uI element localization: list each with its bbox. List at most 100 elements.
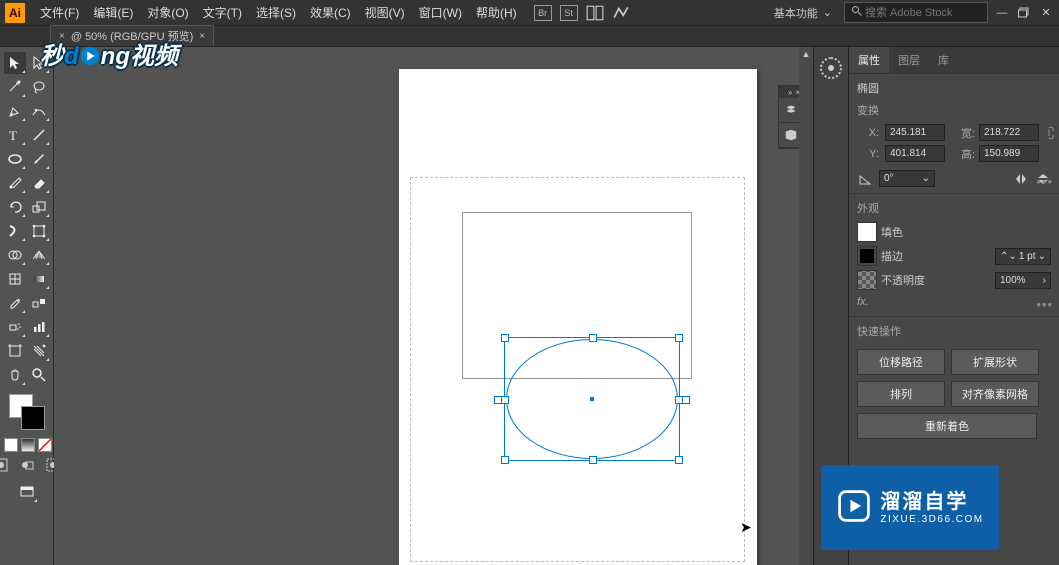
- stroke-swatch[interactable]: [857, 246, 877, 266]
- opacity-swatch[interactable]: [857, 270, 877, 290]
- more-options-icon[interactable]: •••: [1036, 174, 1053, 189]
- opacity-input[interactable]: 100%›: [995, 272, 1051, 289]
- pie-handle-left[interactable]: [494, 396, 502, 404]
- tab-close-icon-right[interactable]: ×: [199, 31, 205, 42]
- menu-view[interactable]: 视图(V): [358, 4, 412, 21]
- stroke-width-input[interactable]: ⌃⌄1 pt⌄: [995, 248, 1051, 265]
- window-close-icon[interactable]: ✕: [1038, 5, 1054, 21]
- y-input[interactable]: 401.814: [885, 145, 945, 162]
- symbol-sprayer-tool[interactable]: [4, 316, 26, 338]
- document-tab[interactable]: × @ 50% (RGB/GPU 预览) ×: [50, 25, 214, 46]
- perspective-grid-tool[interactable]: [28, 244, 50, 266]
- handle-bm[interactable]: [589, 456, 597, 464]
- menu-help[interactable]: 帮助(H): [469, 4, 524, 21]
- window-restore-icon[interactable]: [1016, 5, 1032, 21]
- arrange-docs-icon[interactable]: [586, 4, 604, 22]
- zoom-tool[interactable]: [28, 364, 50, 386]
- x-input[interactable]: 245.181: [885, 124, 945, 141]
- fill-stroke-swatches[interactable]: [15, 394, 39, 442]
- menu-type[interactable]: 文字(T): [196, 4, 249, 21]
- shape-builder-tool[interactable]: [4, 244, 26, 266]
- handle-ml[interactable]: [501, 396, 509, 404]
- pen-tool[interactable]: [4, 100, 26, 122]
- selection-type: 椭圆: [857, 80, 1051, 96]
- shaper-tool[interactable]: [4, 172, 26, 194]
- magic-wand-tool[interactable]: [4, 76, 26, 98]
- fx-button[interactable]: fx.: [857, 294, 1051, 310]
- bridge-icon[interactable]: Br: [534, 5, 552, 21]
- artboard-tool[interactable]: [4, 340, 26, 362]
- handle-br[interactable]: [675, 456, 683, 464]
- canvas[interactable]: ➤ »× ▲: [54, 47, 813, 565]
- screen-mode-icon[interactable]: [16, 481, 38, 503]
- scale-tool[interactable]: [28, 196, 50, 218]
- tab-properties[interactable]: 属性: [849, 47, 889, 73]
- lasso-tool[interactable]: [28, 76, 50, 98]
- column-graph-tool[interactable]: [28, 316, 50, 338]
- handle-tl[interactable]: [501, 334, 509, 342]
- draw-normal-icon[interactable]: [0, 458, 8, 475]
- width-tool[interactable]: [4, 220, 26, 242]
- vertical-scrollbar[interactable]: ▲: [799, 47, 813, 565]
- gradient-tool[interactable]: [28, 268, 50, 290]
- reference-point-picker[interactable]: [857, 124, 859, 146]
- link-wh-icon[interactable]: [1043, 125, 1059, 141]
- blend-tool[interactable]: [28, 292, 50, 314]
- x-label: X:: [867, 127, 881, 139]
- gpu-icon[interactable]: [612, 4, 630, 22]
- eyedropper-tool[interactable]: [4, 292, 26, 314]
- none-mode-icon[interactable]: [38, 438, 52, 452]
- mesh-tool[interactable]: [4, 268, 26, 290]
- menu-effect[interactable]: 效果(C): [303, 4, 358, 21]
- width-input[interactable]: 218.722: [979, 124, 1039, 141]
- height-input[interactable]: 150.989: [979, 145, 1039, 162]
- search-field[interactable]: [844, 2, 988, 23]
- tab-libraries[interactable]: 库: [929, 47, 958, 73]
- pie-handle-right[interactable]: [682, 396, 690, 404]
- slice-tool[interactable]: [28, 340, 50, 362]
- rotate-input[interactable]: 0°⌄: [879, 170, 935, 187]
- menu-bar: Ai 文件(F) 编辑(E) 对象(O) 文字(T) 选择(S) 效果(C) 视…: [0, 0, 1059, 26]
- draw-behind-icon[interactable]: [20, 458, 34, 475]
- panel-expand-icon[interactable]: »: [788, 88, 792, 97]
- rotate-tool[interactable]: [4, 196, 26, 218]
- curvature-tool[interactable]: [28, 100, 50, 122]
- tab-layers[interactable]: 图层: [889, 47, 929, 73]
- color-panel-icon[interactable]: [820, 57, 842, 79]
- hand-tool[interactable]: [4, 364, 26, 386]
- color-mode-icon[interactable]: [4, 438, 18, 452]
- menu-window[interactable]: 窗口(W): [412, 4, 469, 21]
- gradient-mode-icon[interactable]: [21, 438, 35, 452]
- menu-edit[interactable]: 编辑(E): [86, 4, 140, 21]
- handle-tr[interactable]: [675, 334, 683, 342]
- stock-icon[interactable]: St: [560, 5, 578, 21]
- ellipse-tool[interactable]: [4, 148, 26, 170]
- center-point: [590, 397, 594, 401]
- menu-object[interactable]: 对象(O): [140, 4, 195, 21]
- recolor-button[interactable]: 重新着色: [857, 413, 1037, 439]
- more-options-icon-2[interactable]: •••: [1036, 297, 1053, 312]
- expand-shape-button[interactable]: 扩展形状: [951, 349, 1039, 375]
- align-pixel-grid-button[interactable]: 对齐像素网格: [951, 381, 1039, 407]
- workspace-switcher[interactable]: 基本功能 ⌄: [768, 5, 838, 21]
- handle-tm[interactable]: [589, 334, 597, 342]
- handle-bl[interactable]: [501, 456, 509, 464]
- search-input[interactable]: [863, 6, 967, 20]
- tab-close-icon[interactable]: ×: [59, 31, 65, 42]
- eraser-tool[interactable]: [28, 172, 50, 194]
- type-tool[interactable]: T: [4, 124, 26, 146]
- ellipse-selection[interactable]: [504, 337, 680, 461]
- arrange-button[interactable]: 排列: [857, 381, 945, 407]
- paintbrush-tool[interactable]: [28, 148, 50, 170]
- offset-path-button[interactable]: 位移路径: [857, 349, 945, 375]
- window-minimize-icon[interactable]: —: [994, 5, 1010, 21]
- menu-select[interactable]: 选择(S): [249, 4, 303, 21]
- flip-horizontal-icon[interactable]: [1013, 171, 1029, 187]
- line-segment-tool[interactable]: [28, 124, 50, 146]
- scroll-up-icon[interactable]: ▲: [799, 47, 813, 61]
- menu-file[interactable]: 文件(F): [33, 4, 86, 21]
- direct-selection-tool[interactable]: [28, 52, 50, 74]
- selection-tool[interactable]: [4, 52, 26, 74]
- fill-swatch[interactable]: [857, 222, 877, 242]
- free-transform-tool[interactable]: [28, 220, 50, 242]
